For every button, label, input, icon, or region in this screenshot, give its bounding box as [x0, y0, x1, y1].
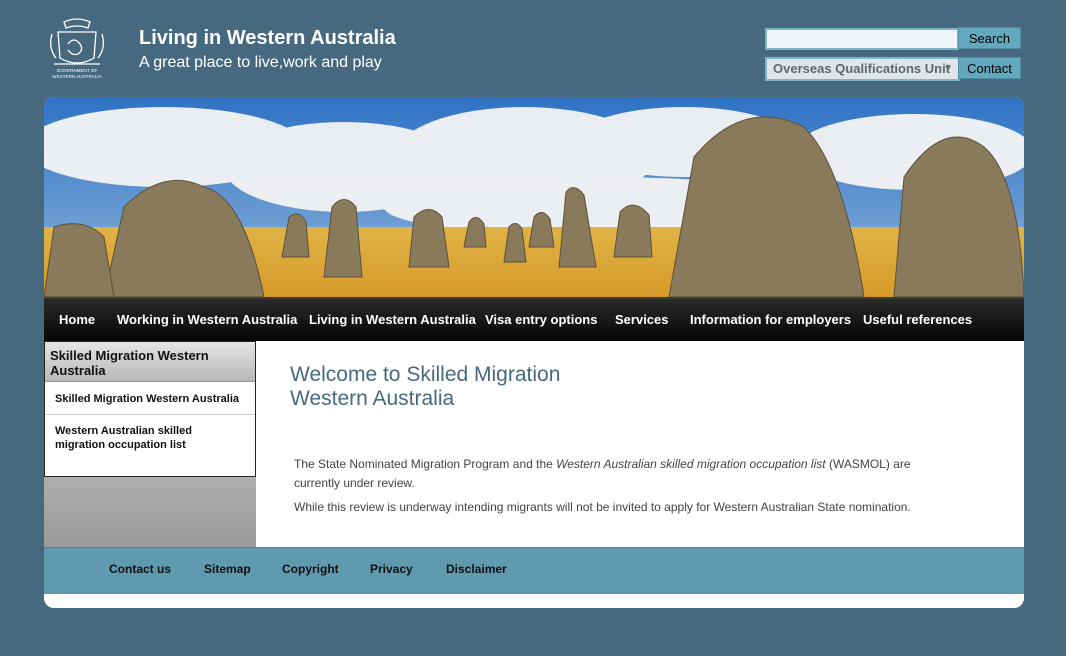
- footer-contact-us-link[interactable]: Contact us: [109, 562, 171, 576]
- unit-select-value: Overseas Qualifications Unit: [773, 61, 951, 76]
- nav-working-in-wa[interactable]: Working in Western Australia: [117, 299, 297, 341]
- search-button[interactable]: Search: [958, 27, 1021, 49]
- page-title: Welcome to Skilled Migration Western Aus…: [290, 363, 990, 411]
- nav-services[interactable]: Services: [615, 299, 669, 341]
- site-tagline: A great place to live,work and play: [139, 54, 382, 71]
- sidebar-item-occupation-list[interactable]: Western Australian skilled migration occ…: [45, 424, 255, 452]
- main-nav: Home Working in Western Australia Living…: [44, 297, 1024, 341]
- main-heading-block: Welcome to Skilled Migration Western Aus…: [290, 363, 990, 411]
- crest-caption-line2: WESTERN AUSTRALIA: [52, 74, 102, 79]
- unit-select[interactable]: Overseas Qualifications Unit ▼: [765, 57, 960, 81]
- search-input[interactable]: [765, 28, 959, 50]
- page-card: Home Working in Western Australia Living…: [44, 97, 1024, 608]
- page-title-line2: Western Australia: [290, 387, 455, 410]
- crest-caption-line1: GOVERNMENT OF: [57, 68, 98, 73]
- government-crest-logo[interactable]: GOVERNMENT OF WESTERN AUSTRALIA: [44, 14, 110, 80]
- footer-disclaimer-link[interactable]: Disclaimer: [446, 562, 507, 576]
- dropdown-arrow-icon: ▼: [943, 63, 953, 74]
- nav-visa-entry-options[interactable]: Visa entry options: [485, 299, 597, 341]
- wasmol-title: Western Australian skilled migration occ…: [556, 457, 826, 471]
- footer-privacy-link[interactable]: Privacy: [370, 562, 413, 576]
- intro-text-start: The State Nominated Migration Program an…: [294, 457, 557, 471]
- intro-paragraph: The State Nominated Migration Program an…: [294, 455, 954, 493]
- nav-living-in-wa[interactable]: Living in Western Australia: [309, 299, 476, 341]
- footer-copyright-link[interactable]: Copyright: [282, 562, 339, 576]
- sidebar-heading: Skilled Migration Western Australia: [45, 342, 255, 382]
- page-title-line1: Welcome to Skilled Migration: [290, 363, 561, 386]
- sidebar: Skilled Migration Western Australia Skil…: [44, 341, 256, 547]
- nav-information-for-employers[interactable]: Information for employers: [690, 299, 851, 341]
- sidebar-item-skilled-migration-wa[interactable]: Skilled Migration Western Australia: [45, 392, 255, 415]
- review-notice-paragraph: While this review is underway intending …: [294, 500, 911, 514]
- nav-home[interactable]: Home: [59, 299, 95, 341]
- contact-button[interactable]: Contact: [958, 57, 1021, 79]
- nav-useful-references[interactable]: Useful references: [863, 299, 972, 341]
- sidebar-menu: Skilled Migration Western Australia Skil…: [44, 341, 256, 477]
- footer-sitemap-link[interactable]: Sitemap: [204, 562, 251, 576]
- footer: Contact us Sitemap Copyright Privacy Dis…: [44, 547, 1024, 594]
- pinnacles-banner-image: [44, 97, 1024, 297]
- site-title: Living in Western Australia: [139, 27, 396, 49]
